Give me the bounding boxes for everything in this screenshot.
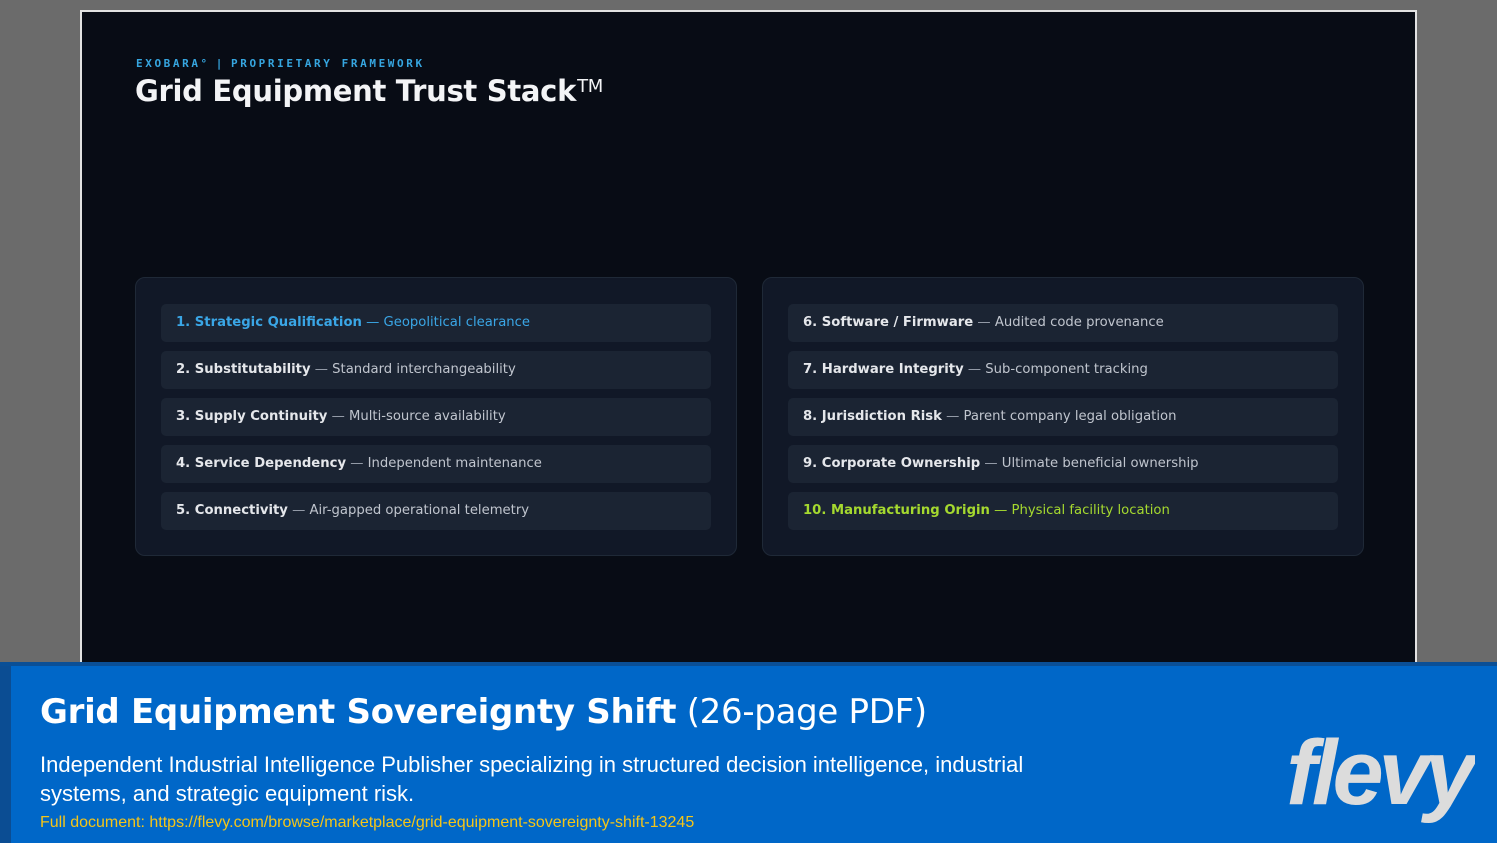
framework-item: 8. Jurisdiction Risk — Parent company le…: [788, 398, 1338, 436]
slide-title: Grid Equipment Trust StackTM: [135, 74, 603, 108]
item-dash: —: [994, 503, 1008, 518]
item-name: 1. Strategic Qualification: [176, 315, 362, 330]
item-name: 8. Jurisdiction Risk: [803, 409, 942, 424]
document-banner: Grid Equipment Sovereignty Shift (26-pag…: [0, 662, 1497, 843]
item-name: 9. Corporate Ownership: [803, 456, 981, 471]
logo-text: flevy: [1286, 724, 1475, 824]
framework-item: 10. Manufacturing Origin — Physical faci…: [788, 492, 1338, 530]
framework-item: 7. Hardware Integrity — Sub-component tr…: [788, 351, 1338, 389]
item-dash: —: [366, 315, 380, 330]
eyebrow-separator: |: [215, 57, 226, 70]
item-description: Ultimate beneficial ownership: [1001, 456, 1199, 471]
item-name: 10. Manufacturing Origin: [803, 503, 990, 518]
item-name: 5. Connectivity: [176, 503, 288, 518]
framework-panel-left: 1. Strategic Qualification — Geopolitica…: [135, 277, 737, 556]
document-title-text: Grid Equipment Sovereignty Shift: [40, 692, 677, 732]
item-description: Multi-source availability: [349, 409, 506, 424]
item-description: Standard interchangeability: [332, 362, 516, 377]
framework-item: 9. Corporate Ownership — Ultimate benefi…: [788, 445, 1338, 483]
item-dash: —: [314, 362, 328, 377]
document-page-count: (26-page PDF): [686, 692, 927, 732]
item-name: 2. Substitutability: [176, 362, 311, 377]
eyebrow-label: PROPRIETARY FRAMEWORK: [231, 57, 425, 70]
framework-item: 3. Supply Continuity — Multi-source avai…: [161, 398, 711, 436]
item-name: 4. Service Dependency: [176, 456, 347, 471]
item-dash: —: [292, 503, 306, 518]
document-title: Grid Equipment Sovereignty Shift (26-pag…: [40, 692, 927, 732]
framework-item: 4. Service Dependency — Independent main…: [161, 445, 711, 483]
framework-item: 2. Substitutability — Standard interchan…: [161, 351, 711, 389]
trademark-mark: TM: [577, 76, 604, 97]
item-description: Sub-component tracking: [985, 362, 1148, 377]
item-dash: —: [946, 409, 960, 424]
framework-item: 1. Strategic Qualification — Geopolitica…: [161, 304, 711, 342]
banner-accent-stripe: [0, 666, 11, 843]
item-description: Physical facility location: [1011, 503, 1170, 518]
item-dash: —: [350, 456, 364, 471]
item-name: 3. Supply Continuity: [176, 409, 328, 424]
item-description: Independent maintenance: [367, 456, 542, 471]
item-description: Parent company legal obligation: [963, 409, 1177, 424]
item-dash: —: [967, 362, 982, 377]
slide: EXOBARA° | PROPRIETARY FRAMEWORK Grid Equi…: [80, 10, 1417, 690]
item-dash: —: [984, 456, 998, 471]
eyebrow: EXOBARA° | PROPRIETARY FRAMEWORK: [136, 57, 425, 70]
item-name: 7. Hardware Integrity: [803, 362, 964, 377]
item-description: Audited code provenance: [994, 315, 1164, 330]
eyebrow-brand: EXOBARA°: [136, 57, 210, 70]
framework-panel-right: 6. Software / Firmware — Audited code pr…: [762, 277, 1364, 556]
flevy-logo[interactable]: flevy: [1285, 724, 1475, 829]
item-name: 6. Software / Firmware: [803, 315, 974, 330]
item-dash: —: [331, 409, 345, 424]
item-dash: —: [977, 315, 991, 330]
item-description: Air-gapped operational telemetry: [309, 503, 530, 518]
framework-item: 6. Software / Firmware — Audited code pr…: [788, 304, 1338, 342]
full-document-link[interactable]: Full document: https://flevy.com/browse/…: [40, 814, 694, 832]
publisher-description: Independent Industrial Intelligence Publ…: [40, 752, 1024, 806]
framework-item: 5. Connectivity — Air-gapped operational…: [161, 492, 711, 530]
item-description: Geopolitical clearance: [383, 315, 531, 330]
slide-title-text: Grid Equipment Trust Stack: [135, 74, 577, 108]
